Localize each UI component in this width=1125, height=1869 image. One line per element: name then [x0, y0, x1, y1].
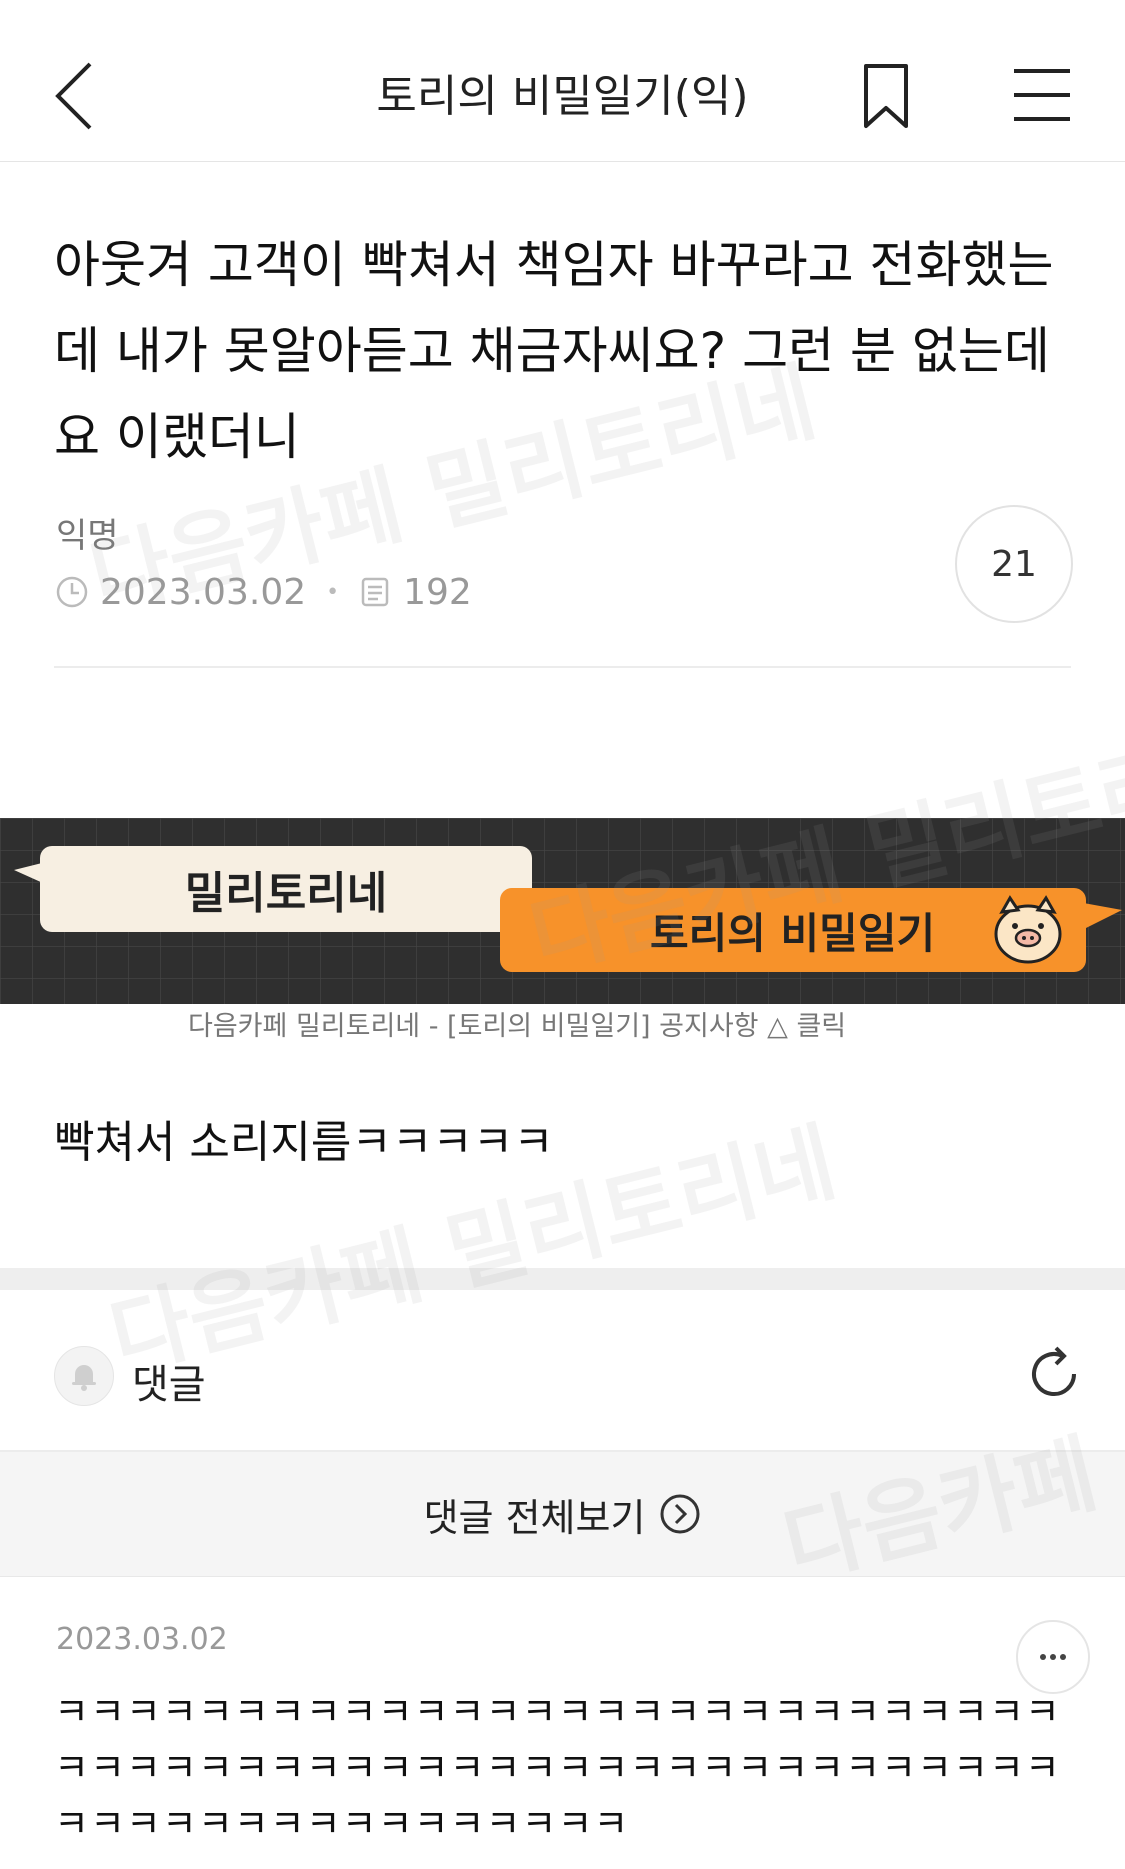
- pig-mascot-icon: [994, 895, 1062, 964]
- banner-caption-link[interactable]: 다음카페 밀리토리네 - [토리의 비밀일기] 공지사항 △ 클릭: [188, 1004, 846, 1043]
- chevron-right-circle-icon: [660, 1494, 700, 1534]
- view-all-comments-button[interactable]: 댓글 전체보기: [0, 1452, 1125, 1577]
- comment-notification-button[interactable]: [54, 1346, 114, 1406]
- post-meta: 2023.03.02 • 192: [54, 568, 472, 616]
- banner-caption-text[interactable]: 다음카페 밀리토리네 - [토리의 비밀일기] 공지사항 △ 클릭: [188, 1011, 846, 1042]
- banner-label-right: 토리의 비밀일기: [500, 888, 1086, 972]
- view-all-label: 댓글 전체보기: [423, 1495, 646, 1540]
- cafe-board-title[interactable]: 토리의 비밀일기(익): [260, 60, 865, 124]
- meta-separator: •: [326, 579, 340, 605]
- bell-icon: [72, 1365, 96, 1391]
- chevron-left-icon: [55, 62, 92, 130]
- post-body: 빡쳐서 소리지름ㅋㅋㅋㅋㅋ: [54, 1117, 554, 1168]
- clock-icon: [56, 576, 88, 608]
- divider: [54, 666, 1071, 668]
- comments-label: 댓글: [132, 1362, 206, 1408]
- notice-banner[interactable]: 밀리토리네 토리의 비밀일기: [0, 818, 1125, 1004]
- comment-count-button[interactable]: 21: [955, 505, 1073, 623]
- bookmark-icon: [864, 64, 908, 128]
- comments-header: 댓글: [0, 1290, 1125, 1452]
- hamburger-menu-icon: [1014, 69, 1070, 121]
- view-count: 192: [403, 571, 472, 613]
- comment-more-button[interactable]: [1016, 1620, 1090, 1694]
- author-name: 익명: [56, 516, 119, 556]
- post-date: 2023.03.02: [100, 571, 307, 613]
- post-title: 아웃겨 고객이 빡쳐서 책임자 바꾸라고 전화했는데 내가 못알아듣고 채금자씨…: [54, 236, 1054, 466]
- banner-label-right-text: 토리의 비밀일기: [650, 908, 936, 958]
- refresh-icon: [1032, 1346, 1076, 1396]
- comment-date: 2023.03.02: [56, 1622, 228, 1657]
- views-icon: [361, 577, 389, 607]
- more-dots-icon: [1040, 1654, 1066, 1660]
- menu-button[interactable]: [1010, 65, 1074, 125]
- back-button[interactable]: [48, 50, 108, 140]
- bookmark-button[interactable]: [858, 62, 914, 132]
- section-gap: [0, 1268, 1125, 1290]
- banner-label-left: 밀리토리네: [40, 846, 532, 932]
- top-bar: 토리의 비밀일기(익): [0, 0, 1125, 162]
- refresh-button[interactable]: [1022, 1342, 1086, 1406]
- comment-text: ㅋㅋㅋㅋㅋㅋㅋㅋㅋㅋㅋㅋㅋㅋㅋㅋㅋㅋㅋㅋㅋㅋㅋㅋㅋㅋㅋㅋㅋㅋㅋㅋㅋㅋㅋㅋㅋㅋㅋㅋ…: [54, 1690, 1061, 1846]
